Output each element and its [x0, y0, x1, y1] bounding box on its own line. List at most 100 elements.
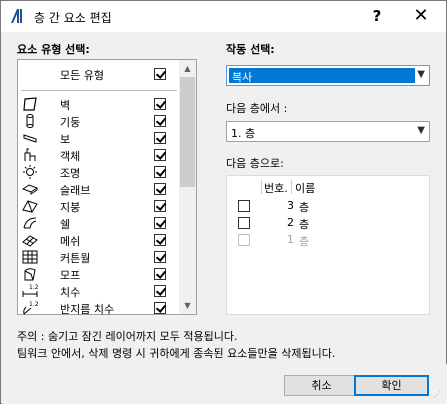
- to-floors-list[interactable]: 번호. 이름 3 층 2 층 1 층: [226, 175, 430, 315]
- element-label: 모프: [60, 269, 81, 282]
- column-divider: [261, 180, 262, 194]
- object-icon: [24, 148, 36, 161]
- mesh-icon: [22, 235, 38, 247]
- from-floor-label: 다음 층에서 :: [226, 102, 288, 115]
- floor-number: 3: [287, 199, 294, 212]
- element-list-scrollbar[interactable]: ▲ ▼: [179, 60, 196, 314]
- element-checkbox[interactable]: [154, 251, 166, 263]
- help-button[interactable]: ?: [367, 6, 387, 26]
- all-types-label: 모든 유형: [60, 69, 104, 82]
- element-checkbox[interactable]: [154, 166, 166, 178]
- element-label: 객체: [60, 150, 81, 163]
- column-header-number[interactable]: 번호.: [264, 180, 288, 196]
- element-checkbox[interactable]: [154, 98, 166, 110]
- operation-selected-highlight: 복사: [229, 68, 415, 84]
- floor-number: 1: [287, 233, 294, 246]
- operation-select[interactable]: 복사 ▼: [226, 65, 430, 86]
- list-divider: [21, 90, 177, 91]
- dimension-icon: 1.2: [22, 284, 39, 297]
- to-floors-label: 다음 층으로:: [226, 157, 284, 170]
- svg-text:1.2: 1.2: [29, 284, 39, 291]
- note-teamwork: 팀워크 안에서, 삭제 명령 시 귀하에게 종속된 요소들만을 삭제됩니다.: [17, 347, 336, 360]
- roof-icon: [22, 200, 38, 213]
- column-divider: [291, 180, 292, 194]
- element-label: 기둥: [60, 116, 81, 129]
- element-checkbox[interactable]: [154, 217, 166, 229]
- chevron-down-icon[interactable]: ▼: [417, 125, 425, 136]
- list-item-shell[interactable]: 쉘: [18, 215, 180, 231]
- list-item-slab[interactable]: 슬래브: [18, 181, 180, 197]
- element-label: 반지름 치수: [60, 303, 115, 316]
- list-item-lamp[interactable]: 조명: [18, 164, 180, 180]
- list-item-beam[interactable]: 보: [18, 130, 180, 146]
- element-label: 벽: [60, 99, 71, 112]
- element-checkbox[interactable]: [154, 285, 166, 297]
- column-icon: [26, 114, 34, 128]
- element-label: 쉘: [60, 218, 71, 231]
- element-label: 커튼월: [60, 252, 91, 265]
- column-header-name[interactable]: 이름: [295, 180, 315, 196]
- list-item-roof[interactable]: 지붕: [18, 198, 180, 214]
- floor-name: 층: [299, 235, 310, 248]
- element-checkbox[interactable]: [154, 234, 166, 246]
- floor-number: 2: [287, 216, 294, 229]
- element-checkbox[interactable]: [154, 149, 166, 161]
- list-item-curtain-wall[interactable]: 커튼월: [18, 249, 180, 265]
- dialog-window: 층 간 요소 편집 ? ✕ 요소 유형 선택: 모든 유형 벽 기둥 보 객체 …: [0, 0, 447, 404]
- scroll-down-icon[interactable]: ▼: [179, 297, 196, 314]
- note-hidden-layers: 주의 : 숨기고 잠긴 레이어까지 모두 적용됩니다.: [17, 330, 238, 343]
- title-bar: 층 간 요소 편집 ? ✕: [1, 1, 446, 32]
- curtain-wall-icon: [22, 250, 38, 264]
- list-item-mesh[interactable]: 메쉬: [18, 232, 180, 248]
- floor-checkbox[interactable]: [238, 217, 250, 229]
- element-label: 치수: [60, 286, 81, 299]
- list-item-morph[interactable]: 모프: [18, 266, 180, 282]
- list-item-wall[interactable]: 벽: [18, 96, 180, 112]
- slab-icon: [21, 184, 39, 195]
- element-checkbox[interactable]: [154, 200, 166, 212]
- close-button[interactable]: ✕: [406, 6, 436, 26]
- wall-icon: [23, 97, 37, 111]
- all-types-checkbox[interactable]: [154, 68, 166, 80]
- operation-selected-value: 복사: [232, 71, 253, 84]
- radial-dimension-icon: 1.2: [23, 301, 39, 315]
- list-item-column[interactable]: 기둥: [18, 113, 180, 129]
- list-item-radial-dimension[interactable]: 1.2 반지름 치수: [18, 300, 180, 316]
- svg-text:1.2: 1.2: [29, 301, 39, 308]
- floor-name: 층: [299, 218, 310, 231]
- element-checkbox[interactable]: [154, 132, 166, 144]
- dialog-title: 층 간 요소 편집: [34, 11, 112, 25]
- floor-name: 층: [299, 201, 310, 214]
- list-item-dimension[interactable]: 1.2 치수: [18, 283, 180, 299]
- element-label: 보: [60, 133, 71, 146]
- floor-checkbox: [238, 234, 250, 246]
- list-item-all-types[interactable]: 모든 유형: [18, 66, 180, 82]
- floor-row[interactable]: 3 층: [227, 198, 427, 214]
- element-type-heading: 요소 유형 선택:: [17, 43, 90, 56]
- lamp-icon: [23, 165, 37, 179]
- element-label: 슬래브: [60, 184, 91, 197]
- element-checkbox[interactable]: [154, 302, 166, 314]
- floor-row[interactable]: 2 층: [227, 215, 427, 231]
- archicad-app-icon: [11, 9, 22, 23]
- floor-checkbox[interactable]: [238, 200, 250, 212]
- element-checkbox[interactable]: [154, 115, 166, 127]
- cancel-button[interactable]: 취소: [284, 375, 359, 396]
- element-label: 조명: [60, 167, 81, 180]
- ok-button[interactable]: 확인: [354, 375, 429, 396]
- morph-icon: [24, 268, 36, 281]
- element-type-list[interactable]: 모든 유형 벽 기둥 보 객체 조명 슬래브 지붕 쉘 메쉬 커튼월 모프 1.…: [17, 59, 197, 316]
- element-label: 지붕: [60, 201, 81, 214]
- floor-row-disabled: 1 층: [227, 232, 427, 248]
- scroll-thumb[interactable]: [180, 77, 195, 187]
- element-checkbox[interactable]: [154, 183, 166, 195]
- operation-heading: 작동 선택:: [226, 43, 275, 56]
- scroll-up-icon[interactable]: ▲: [179, 60, 196, 77]
- element-label: 메쉬: [60, 235, 81, 248]
- chevron-down-icon[interactable]: ▼: [417, 69, 425, 80]
- resize-grip-icon[interactable]: ⋰: [433, 390, 443, 400]
- list-item-object[interactable]: 객체: [18, 147, 180, 163]
- from-floor-select[interactable]: 1. 층 ▼: [226, 121, 430, 142]
- shell-icon: [23, 217, 37, 229]
- element-checkbox[interactable]: [154, 268, 166, 280]
